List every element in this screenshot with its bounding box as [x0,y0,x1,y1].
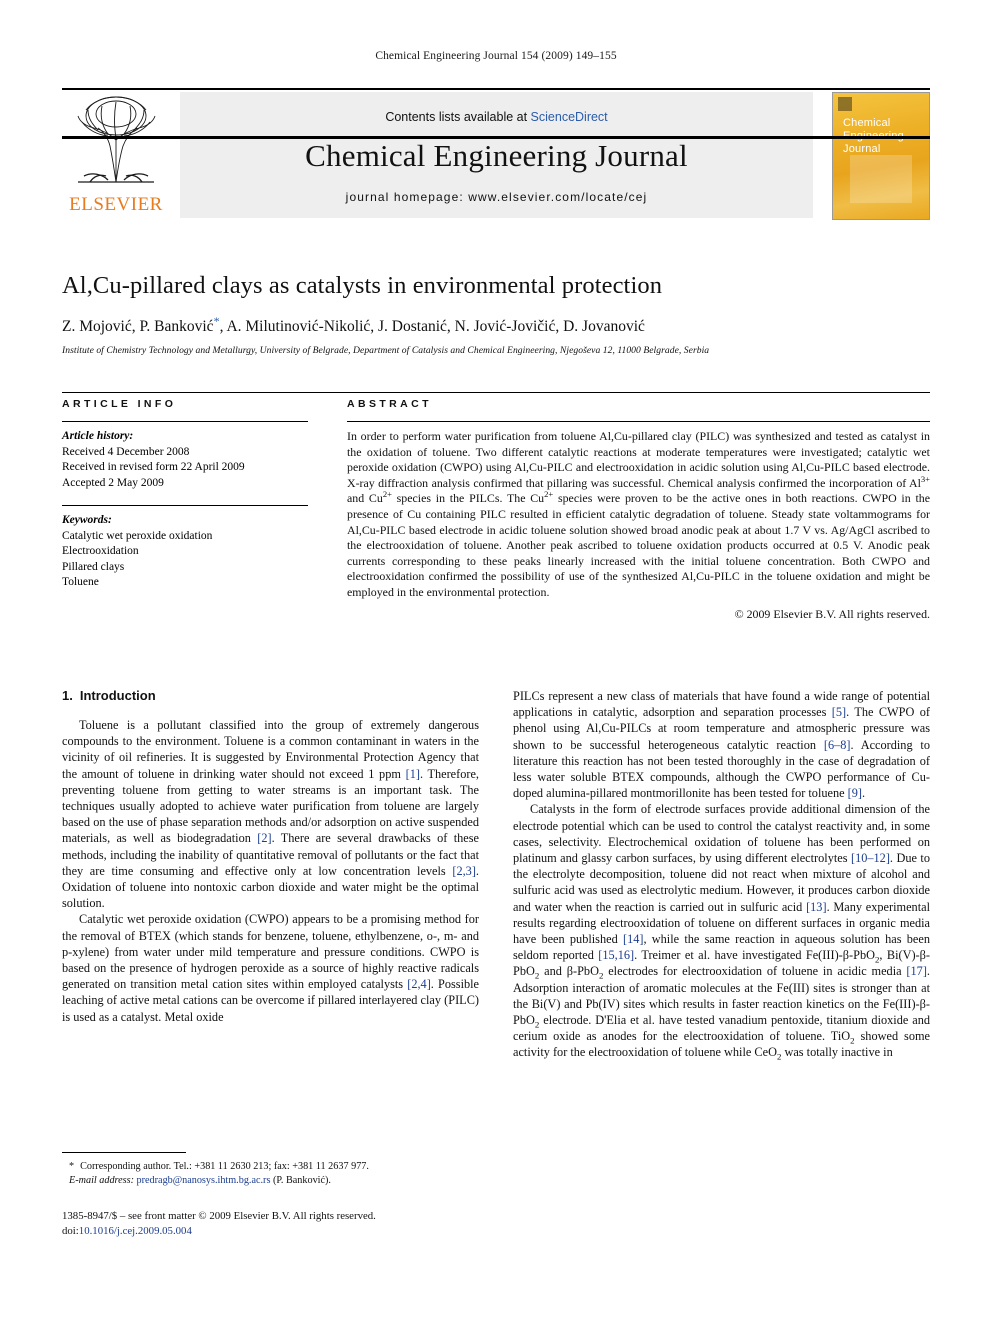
body-two-column-layout: 1. Introduction Toluene is a pollutant cl… [62,688,930,1168]
journal-title: Chemical Engineering Journal [305,138,688,173]
journal-masthead: ELSEVIER Contents lists available at Sci… [62,88,930,220]
corresponding-author-text: Corresponding author. Tel.: +381 11 2630… [80,1161,369,1172]
cover-white-box [850,155,912,203]
info-abstract-panel: ARTICLE INFO Article history: Received 4… [62,392,930,666]
email-label: E-mail address: [69,1174,134,1186]
article-info-rule-2 [62,505,308,506]
keyword-item: Pillared clays [62,560,125,573]
keywords-label: Keywords: [62,514,112,526]
abstract-column: ABSTRACT In order to perform water purif… [347,398,930,622]
journal-article-page: Chemical Engineering Journal 154 (2009) … [0,0,992,1323]
journal-cover-thumbnail: Chemical Engineering Journal [832,92,930,220]
section-heading-introduction: 1. Introduction [62,688,479,703]
body-column-right: PILCs represent a new class of materials… [513,688,930,1168]
paragraph: Catalytic wet peroxide oxidation (CWPO) … [62,912,479,1024]
doi-line: doi:10.1016/j.cej.2009.05.004 [62,1224,562,1239]
affiliation: Institute of Chemistry Technology and Me… [62,345,710,357]
issn-copyright-line: 1385-8947/$ – see front matter © 2009 El… [62,1210,376,1222]
elsevier-tree-icon [77,96,156,183]
cover-elsevier-icon [838,97,852,111]
keyword-item: Toluene [62,576,99,588]
keyword-item: Catalytic wet peroxide oxidation [62,529,213,542]
history-revised: Received in revised form 22 April 2009 [62,461,245,473]
elsevier-logo: ELSEVIER [62,92,170,218]
paragraph: Toluene is a pollutant classified into t… [62,718,479,911]
elsevier-wordmark: ELSEVIER [69,194,163,215]
journal-homepage-link[interactable]: journal homepage: www.elsevier.com/locat… [180,190,813,204]
footnote-rule [62,1152,186,1153]
article-info-heading: ARTICLE INFO [62,398,177,410]
footnote-block: * Corresponding author. Tel.: +381 11 263… [62,1152,479,1187]
contents-prefix: Contents lists available at [385,110,531,124]
author-names-tail: , A. Milutinović-Nikolić, J. Dostanić, N… [219,318,645,336]
doi-label: doi: [62,1224,79,1237]
history-accepted: Accepted 2 May 2009 [62,476,164,489]
masthead-bottom-rule [62,136,930,139]
paragraph: Catalysts in the form of electrode surfa… [513,802,930,1062]
doi-link[interactable]: 10.1016/j.cej.2009.05.004 [79,1225,192,1237]
paragraph: PILCs represent a new class of materials… [513,689,930,801]
article-history-label: Article history: [62,430,134,442]
page-title: Al,Cu-pillared clays as catalysts in env… [62,272,663,299]
history-received: Received 4 December 2008 [62,445,190,458]
email-note: E-mail address: predragb@nanosys.ihtm.bg… [62,1174,479,1188]
abstract-rule [347,421,930,422]
footnote-star-marker: * [69,1161,75,1172]
title-block: Al,Cu-pillared clays as catalysts in env… [62,272,930,356]
abstract-text: In order to perform water purification f… [347,429,930,599]
masthead-top-rule [62,88,930,90]
masthead-center-panel: Contents lists available at ScienceDirec… [180,92,813,218]
section-label: Introduction [79,688,156,703]
running-head: Chemical Engineering Journal 154 (2009) … [375,50,617,62]
author-list: Z. Mojović, P. Banković*, A. Milutinović… [62,314,930,336]
contents-available-line: Contents lists available at ScienceDirec… [180,110,813,124]
panel-top-rule [62,392,930,393]
body-column-left: 1. Introduction Toluene is a pollutant cl… [62,688,479,1168]
abstract-heading: ABSTRACT [347,398,432,410]
keyword-item: Electrooxidation [62,545,139,557]
author-names-head: Z. Mojović, P. Banković [62,318,214,336]
sciencedirect-link[interactable]: ScienceDirect [531,110,608,124]
abstract-copyright: © 2009 Elsevier B.V. All rights reserved… [734,606,930,621]
imprint-block: 1385-8947/$ – see front matter © 2009 El… [62,1209,562,1238]
email-address-link[interactable]: predragb@nanosys.ihtm.bg.ac.rs [137,1175,271,1186]
section-number: 1. [62,688,73,703]
corresponding-author-note: * Corresponding author. Tel.: +381 11 263… [62,1160,479,1174]
article-info-rule-1 [62,421,308,422]
email-owner: (P. Banković). [272,1174,331,1186]
article-info-column: ARTICLE INFO Article history: Received 4… [62,398,308,591]
